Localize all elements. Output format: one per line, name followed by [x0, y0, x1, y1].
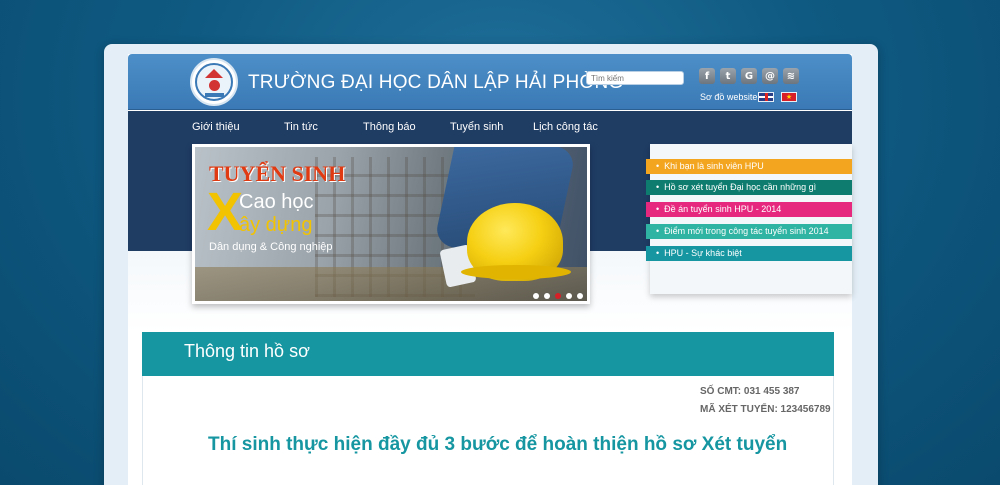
banner-caption: Dân dụng & Công nghiệp: [209, 241, 333, 253]
twitter-icon[interactable]: t: [720, 68, 736, 84]
site-header: TRƯỜNG ĐẠI HỌC DÂN LẬP HẢI PHÒNG f t G @…: [128, 54, 852, 110]
quick-link-diem-moi[interactable]: Điểm mới trong công tác tuyển sinh 2014: [646, 224, 852, 239]
search-input[interactable]: [586, 71, 684, 85]
sitemap-link[interactable]: Sơ đồ website: [700, 92, 757, 102]
banner-big-letter: X: [207, 182, 244, 242]
page-title: Thông tin hồ sơ: [184, 341, 310, 361]
admission-code: MÃ XÉT TUYỂN: 123456789: [700, 404, 831, 415]
instruction-headline: Thí sinh thực hiện đầy đủ 3 bước để hoàn…: [208, 434, 788, 455]
page: TRƯỜNG ĐẠI HỌC DÂN LẬP HẢI PHÒNG f t G @…: [128, 54, 852, 485]
slider-dot[interactable]: [544, 293, 550, 299]
id-number: SỐ CMT: 031 455 387: [700, 386, 800, 397]
logo-emblem: [195, 63, 233, 101]
quick-link-ho-so-xet-tuyen[interactable]: Hồ sơ xét tuyển Đại học cần những gì: [646, 180, 852, 195]
nav-item-tuyen-sinh[interactable]: Tuyển sinh: [450, 121, 533, 133]
nav-item-thong-bao[interactable]: Thông báo: [363, 121, 450, 133]
nav-item-lich-cong-tac[interactable]: Lịch công tác: [533, 121, 598, 133]
logo-seal-dot: [209, 80, 220, 91]
slider-dot[interactable]: [533, 293, 539, 299]
school-logo[interactable]: [190, 58, 238, 106]
slider-dot[interactable]: [577, 293, 583, 299]
nav-item-tin-tuc[interactable]: Tin tức: [284, 121, 363, 133]
quick-link-sinh-vien-hpu[interactable]: Khi bạn là sinh viên HPU: [646, 159, 852, 174]
vietnam-flag-icon[interactable]: ★: [781, 92, 797, 102]
nav-item-gioi-thieu[interactable]: Giới thiệu: [192, 121, 284, 133]
main-nav: Giới thiệu Tin tức Thông báo Tuyển sinh …: [192, 121, 598, 133]
english-flag-icon[interactable]: [758, 92, 774, 102]
banner-subheading-2: ây dựng: [239, 214, 313, 236]
slider-dot[interactable]: [566, 293, 572, 299]
social-icons: f t G @ ≋: [699, 68, 799, 84]
logo-roof-shape: [205, 69, 223, 78]
slider-dot-active[interactable]: [555, 293, 561, 299]
banner-slider[interactable]: TUYỂN SINH X Cao học ây dựng Dân dụng & …: [192, 144, 590, 304]
site-title: TRƯỜNG ĐẠI HỌC DÂN LẬP HẢI PHÒNG: [248, 72, 624, 93]
hard-hat-brim: [461, 265, 571, 279]
email-icon[interactable]: @: [762, 68, 778, 84]
banner-subheading: Cao học: [239, 191, 314, 213]
rss-icon[interactable]: ≋: [783, 68, 799, 84]
google-icon[interactable]: G: [741, 68, 757, 84]
quick-link-su-khac-biet[interactable]: HPU - Sự khác biệt: [646, 246, 852, 261]
quick-link-de-an-tuyen-sinh[interactable]: Đề án tuyển sinh HPU - 2014: [646, 202, 852, 217]
slider-dots: [533, 293, 583, 299]
facebook-icon[interactable]: f: [699, 68, 715, 84]
logo-base-shape: [205, 93, 224, 97]
